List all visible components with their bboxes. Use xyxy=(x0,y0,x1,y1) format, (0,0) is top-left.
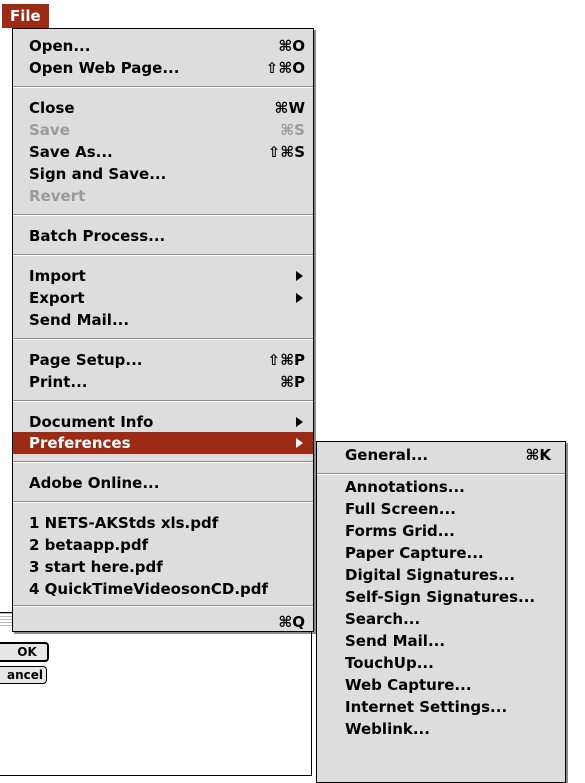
pref-item-general[interactable]: General... ⌘K xyxy=(317,444,565,466)
pref-item-touchup[interactable]: TouchUp... xyxy=(317,652,565,674)
separator xyxy=(13,338,313,340)
file-menu-title[interactable]: File xyxy=(2,4,49,28)
pref-item-paper-capture[interactable]: Paper Capture... xyxy=(317,542,565,564)
preferences-submenu: General... ⌘K Annotations... Full Screen… xyxy=(316,441,566,783)
pref-item-internet-settings[interactable]: Internet Settings... xyxy=(317,696,565,718)
separator xyxy=(13,461,313,463)
menu-item-save: Save ⌘S xyxy=(29,121,305,139)
menu-item-page-setup[interactable]: Page Setup... ⇧⌘P xyxy=(13,349,313,371)
menu-item-sign-and-save[interactable]: Sign and Save... xyxy=(13,163,313,185)
menu-item-print[interactable]: Print... ⌘P xyxy=(13,371,313,393)
separator xyxy=(13,86,313,88)
background-dialog: OK ancel xyxy=(0,612,312,776)
menu-item-adobe-online[interactable]: Adobe Online... xyxy=(13,472,313,494)
separator xyxy=(13,214,313,216)
separator xyxy=(13,605,313,607)
menu-item-open-web-page[interactable]: Open Web Page... ⇧⌘O xyxy=(13,57,313,79)
ok-button[interactable]: OK xyxy=(0,642,49,662)
recent-file-2[interactable]: 2 betaapp.pdf xyxy=(13,534,313,556)
pref-item-forms-grid[interactable]: Forms Grid... xyxy=(317,520,565,542)
menu-item-export[interactable]: Export xyxy=(13,287,313,309)
pref-item-web-capture[interactable]: Web Capture... xyxy=(317,674,565,696)
separator xyxy=(13,254,313,256)
menu-item-revert: Revert xyxy=(29,187,86,205)
menu-item-save-as[interactable]: Save As... ⇧⌘S xyxy=(13,141,313,163)
submenu-arrow-icon xyxy=(296,417,303,427)
menu-item-batch-process[interactable]: Batch Process... xyxy=(13,225,313,247)
menu-item-quit[interactable]: ⌘Q xyxy=(13,611,313,633)
menu-item-import[interactable]: Import xyxy=(13,265,313,287)
recent-file-3[interactable]: 3 start here.pdf xyxy=(13,556,313,578)
cancel-button[interactable]: ancel xyxy=(0,666,47,684)
pref-item-self-sign-signatures[interactable]: Self-Sign Signatures... xyxy=(317,586,565,608)
menu-item-open[interactable]: Open... ⌘O xyxy=(13,35,313,57)
menu-item-document-info[interactable]: Document Info xyxy=(13,411,313,433)
pref-item-search[interactable]: Search... xyxy=(317,608,565,630)
pref-item-weblink[interactable]: Weblink... xyxy=(317,718,565,740)
menu-item-close[interactable]: Close ⌘W xyxy=(13,97,313,119)
submenu-arrow-icon xyxy=(296,293,303,303)
menu-item-preferences[interactable]: Preferences xyxy=(13,432,313,454)
recent-file-1[interactable]: 1 NETS-AKStds xls.pdf xyxy=(13,512,313,534)
menu-item-send-mail[interactable]: Send Mail... xyxy=(13,309,313,331)
submenu-arrow-icon xyxy=(296,438,303,448)
pref-item-full-screen[interactable]: Full Screen... xyxy=(317,498,565,520)
pref-item-digital-signatures[interactable]: Digital Signatures... xyxy=(317,564,565,586)
submenu-arrow-icon xyxy=(296,271,303,281)
separator xyxy=(13,400,313,402)
file-menu: Open... ⌘O Open Web Page... ⇧⌘O Close ⌘W… xyxy=(12,28,314,632)
pref-item-send-mail[interactable]: Send Mail... xyxy=(317,630,565,652)
pref-item-annotations[interactable]: Annotations... xyxy=(317,476,565,498)
recent-file-4[interactable]: 4 QuickTimeVideosonCD.pdf xyxy=(13,578,313,600)
separator xyxy=(317,473,565,475)
separator xyxy=(13,501,313,503)
